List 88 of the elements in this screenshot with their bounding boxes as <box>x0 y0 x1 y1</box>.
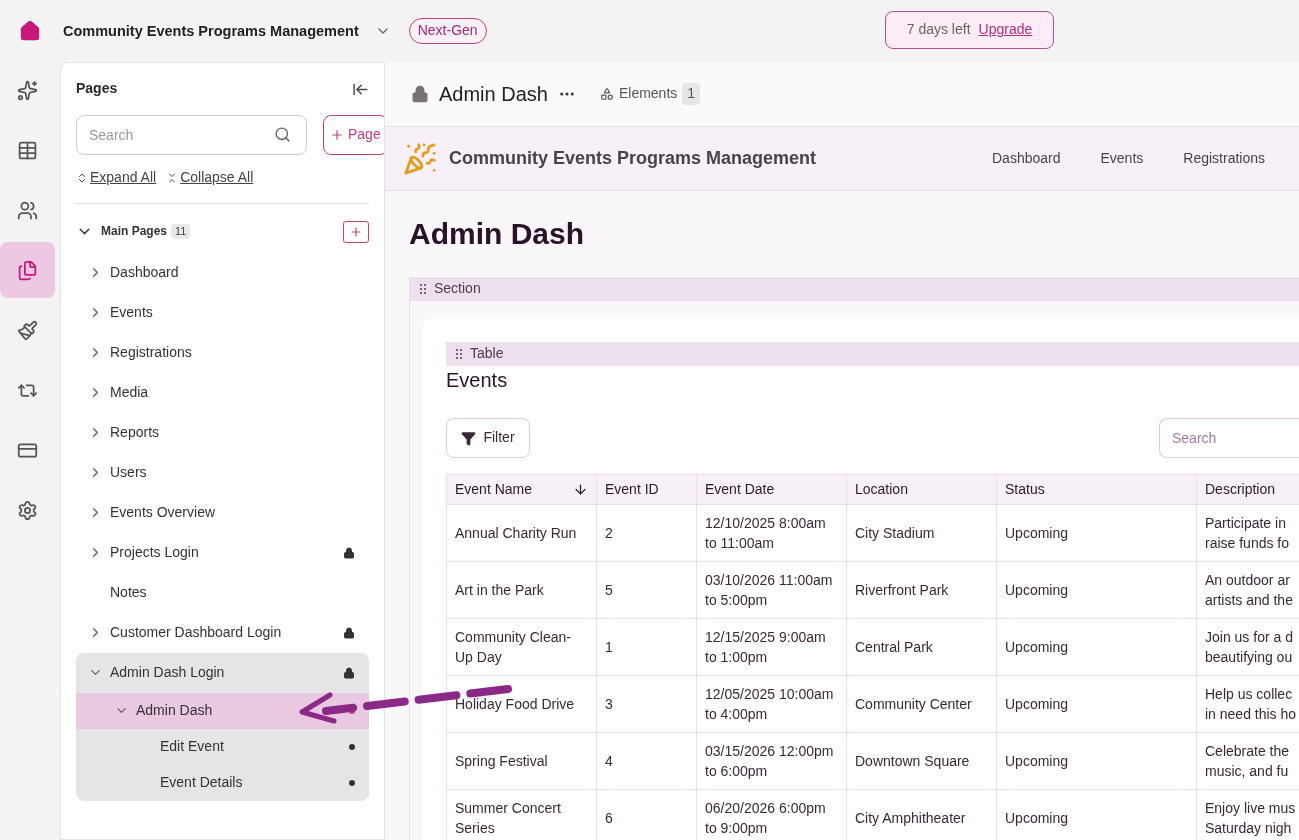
page-item[interactable]: Notes <box>76 572 369 613</box>
drag-handle-icon[interactable] <box>456 349 462 359</box>
table-cell: 3 <box>596 675 697 733</box>
table-cell: City Stadium <box>846 504 997 562</box>
lock-icon <box>411 85 429 103</box>
shapes-icon <box>599 87 614 101</box>
table-cell: Upcoming <box>996 675 1197 733</box>
page-item[interactable]: Dashboard <box>76 252 369 293</box>
page-item[interactable]: Media <box>76 372 369 413</box>
column-header[interactable]: Event ID <box>596 474 697 505</box>
search-field[interactable]: Search <box>76 115 307 155</box>
count-badge: 11 <box>171 223 191 240</box>
table-cell: Spring Festival <box>446 732 597 790</box>
table-cell: Community Clean-Up Day <box>446 618 597 676</box>
table-cell: 5 <box>596 561 697 619</box>
table-cell: 12/15/2025 9:00am to 1:00pm <box>696 618 847 676</box>
table-label: Table <box>470 345 504 363</box>
search-field[interactable]: Search <box>1159 418 1299 458</box>
add-button[interactable] <box>343 220 369 243</box>
page-item[interactable]: Users <box>76 452 369 493</box>
table-cell: Community Center <box>846 675 997 733</box>
table-cell: Upcoming <box>996 618 1197 676</box>
column-header[interactable]: Event Name <box>446 474 597 505</box>
table-cell: Downtown Square <box>846 732 997 790</box>
nav-link[interactable]: Events <box>1100 149 1144 168</box>
column-header[interactable]: Location <box>846 474 997 505</box>
page-heading: Admin Dash <box>409 216 586 252</box>
elements-button[interactable]: Elements 1 <box>599 83 701 105</box>
home-icon[interactable] <box>19 20 41 42</box>
table-cell: Central Park <box>846 618 997 676</box>
table-cell: 12/10/2025 8:00am to 11:00am <box>696 504 847 562</box>
page-item[interactable]: Projects Login <box>76 532 369 573</box>
page-title: Admin Dash <box>439 81 548 107</box>
collapse-all-link[interactable]: Collapse All <box>166 169 254 187</box>
group-label: Main Pages <box>101 224 168 239</box>
table-cell: 2 <box>596 504 697 562</box>
rail-button[interactable] <box>0 242 55 298</box>
app-title: Community Events Programs Management <box>63 21 359 41</box>
table-cell: Holiday Food Drive <box>446 675 597 733</box>
add-page-button[interactable]: Page <box>323 115 384 155</box>
page-item[interactable]: Registrations <box>76 332 369 373</box>
table-icon <box>17 139 38 161</box>
people-icon <box>17 199 38 221</box>
table-cell: 1 <box>596 618 697 676</box>
plan-badge: Next-Gen <box>408 18 487 44</box>
page-item[interactable]: Event Details <box>76 764 369 801</box>
plus-icon <box>349 224 363 239</box>
pages-icon <box>17 259 38 281</box>
table-cell: Art in the Park <box>446 561 597 619</box>
sparkles-icon <box>17 79 38 101</box>
table-cell: Annual Charity Run <box>446 504 597 562</box>
app-name: Community Events Programs Management <box>449 147 817 170</box>
column-header[interactable]: Status <box>996 474 1197 505</box>
settings-icon <box>17 499 38 521</box>
page-item[interactable]: Events <box>76 292 369 333</box>
table-cell: 03/15/2026 12:00pm to 6:00pm <box>696 732 847 790</box>
plus-icon <box>330 128 344 142</box>
nav-link[interactable]: Registrations <box>1183 149 1265 168</box>
panel-title: Pages <box>76 80 118 98</box>
table-cell: Summer Concert Series <box>446 789 597 840</box>
brush-icon <box>17 319 38 341</box>
party-popper-icon <box>403 141 437 176</box>
page-item[interactable]: Admin Dash Login <box>76 652 369 693</box>
nav-link[interactable]: Dashboard <box>992 149 1061 168</box>
table-cell: Upcoming <box>996 504 1197 562</box>
table-cell: Upcoming <box>996 732 1197 790</box>
search-icon <box>274 126 291 143</box>
table-cell: 12/05/2025 10:00am to 4:00pm <box>696 675 847 733</box>
expand-all-link[interactable]: Expand All <box>76 169 157 187</box>
drag-handle-icon[interactable] <box>420 284 426 294</box>
trial-text: 7 days left <box>906 21 971 39</box>
column-header[interactable]: Description <box>1196 474 1299 505</box>
count-badge: 1 <box>682 83 701 105</box>
table-cell: Upcoming <box>996 561 1197 619</box>
page-item[interactable]: Edit Event <box>76 728 369 765</box>
expand-icon <box>76 171 88 184</box>
page-item[interactable]: Reports <box>76 412 369 453</box>
table-cell: Riverfront Park <box>846 561 997 619</box>
filter-icon <box>461 430 477 446</box>
table-cell: 4 <box>596 732 697 790</box>
section-label: Section <box>434 280 481 298</box>
page-item[interactable]: Events Overview <box>76 492 369 533</box>
table-title: Events <box>446 368 509 393</box>
page-item[interactable]: Customer Dashboard Login <box>76 612 369 653</box>
upgrade-link[interactable]: Upgrade <box>978 21 1033 39</box>
column-header[interactable]: Event Date <box>696 474 847 505</box>
filter-button[interactable]: Filter <box>446 418 530 458</box>
table-cell: 03/10/2026 11:00am to 5:00pm <box>696 561 847 619</box>
